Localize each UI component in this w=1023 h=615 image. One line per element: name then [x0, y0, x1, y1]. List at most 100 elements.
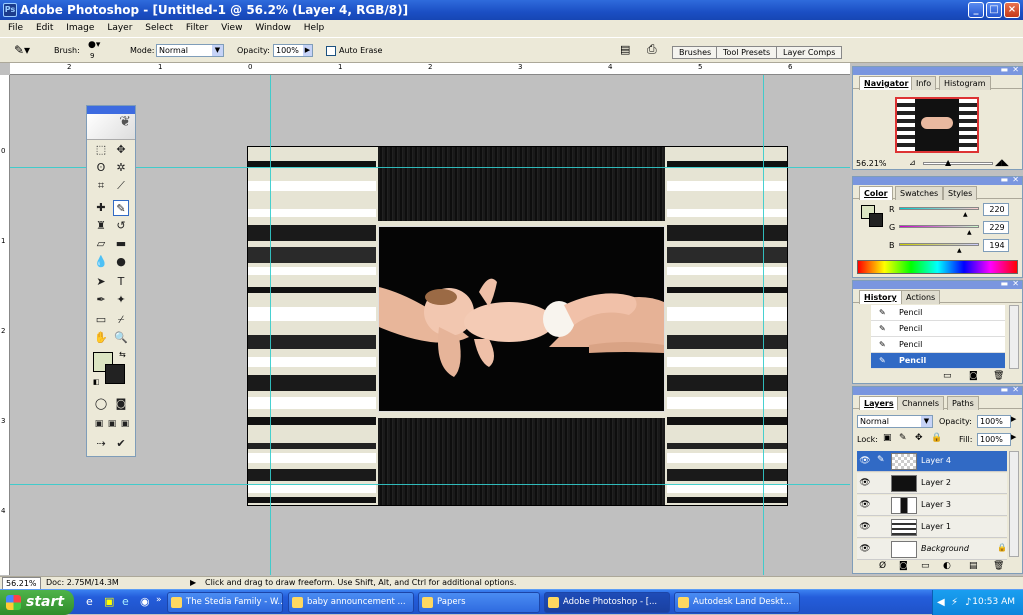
fill-arrow-icon[interactable]: ▶: [1011, 433, 1016, 441]
guide-line[interactable]: [763, 75, 764, 575]
layer-row[interactable]: 👁 ✎ Layer 4: [857, 451, 1007, 472]
swap-colors-icon[interactable]: ⇆: [119, 350, 126, 359]
task-item-active[interactable]: Adobe Photoshop - [...: [544, 592, 670, 613]
tab-color[interactable]: Color: [859, 186, 893, 200]
close-panel-icon[interactable]: ✕: [1012, 175, 1019, 184]
mode-select[interactable]: Normal ▼: [156, 44, 224, 57]
opacity-field[interactable]: 100% ▶: [273, 44, 313, 57]
edit-in-imageready-icon[interactable]: ✔: [113, 436, 129, 452]
new-set-icon[interactable]: ▭: [921, 561, 930, 571]
menu-help[interactable]: Help: [304, 23, 325, 33]
feather-logo-icon[interactable]: ❦: [87, 114, 135, 140]
color-background-swatch[interactable]: [869, 213, 883, 227]
lock-position-icon[interactable]: ✥: [915, 433, 923, 443]
panel-titlebar[interactable]: ▬ ✕: [853, 279, 1022, 289]
path-selection-tool-icon[interactable]: ➤: [93, 274, 109, 290]
history-item[interactable]: ✎ Pencil: [871, 305, 1005, 321]
media-player-icon[interactable]: ◉: [140, 595, 150, 608]
screen-mode-full-icon[interactable]: ▣: [117, 416, 133, 432]
navigator-zoom-slider[interactable]: [923, 162, 993, 165]
close-panel-icon[interactable]: ✕: [1012, 279, 1019, 288]
layer-opacity-field[interactable]: 100%: [977, 415, 1011, 428]
well-tab-tool-presets[interactable]: Tool Presets: [716, 46, 778, 59]
layer-row[interactable]: 👁 Layer 3: [857, 495, 1007, 516]
well-tab-brushes[interactable]: Brushes: [672, 46, 719, 59]
guide-line[interactable]: [10, 484, 850, 485]
guide-line[interactable]: [270, 75, 271, 575]
guide-line[interactable]: [10, 167, 850, 168]
fill-field[interactable]: 100%: [977, 433, 1011, 446]
volume-icon[interactable]: ♪: [965, 590, 971, 615]
history-scrollbar[interactable]: [1009, 305, 1019, 369]
b-slider[interactable]: [899, 243, 979, 246]
new-layer-icon[interactable]: ▤: [969, 561, 978, 571]
g-slider-handle-icon[interactable]: ▲: [967, 229, 972, 236]
layer-style-icon[interactable]: Ø: [879, 561, 886, 571]
brush-preset-picker[interactable]: ●▾: [88, 40, 100, 50]
tab-info[interactable]: Info: [911, 76, 937, 90]
gradient-tool-icon[interactable]: ▬: [113, 236, 129, 252]
menu-window[interactable]: Window: [255, 23, 291, 33]
menu-filter[interactable]: Filter: [186, 23, 208, 33]
g-value[interactable]: 229: [983, 221, 1009, 234]
eye-icon[interactable]: 👁: [859, 499, 871, 511]
tab-histogram[interactable]: Histogram: [939, 76, 991, 90]
close-button[interactable]: ×: [1004, 2, 1020, 18]
eye-icon[interactable]: 👁: [859, 543, 871, 555]
menu-image[interactable]: Image: [66, 23, 94, 33]
minimize-panel-icon[interactable]: ▬: [1000, 65, 1008, 74]
panel-titlebar[interactable]: ▬ ✕: [853, 385, 1022, 395]
hand-tool-icon[interactable]: ✋: [93, 330, 109, 346]
tab-layers[interactable]: Layers: [859, 396, 899, 410]
tab-styles[interactable]: Styles: [943, 186, 978, 200]
minimize-panel-icon[interactable]: ▬: [1000, 175, 1008, 184]
auto-erase-checkbox[interactable]: [326, 46, 336, 56]
menu-edit[interactable]: Edit: [36, 23, 53, 33]
quick-mask-mode-icon[interactable]: ◙: [113, 396, 129, 412]
quicklaunch-expand-icon[interactable]: »: [156, 595, 162, 605]
zoom-tool-icon[interactable]: 🔍: [113, 330, 129, 346]
b-slider-handle-icon[interactable]: ▲: [957, 247, 962, 254]
desktop-icon[interactable]: ▣: [104, 595, 114, 608]
task-item[interactable]: Papers: [418, 592, 540, 613]
navigator-zoom-value[interactable]: 56.21%: [856, 159, 887, 168]
lasso-tool-icon[interactable]: ʘ: [93, 160, 109, 176]
trash-icon[interactable]: 🗑: [993, 371, 1004, 381]
lock-all-icon[interactable]: 🔒: [931, 433, 942, 443]
task-item[interactable]: The Stedia Family - W...: [167, 592, 283, 613]
zoom-out-icon[interactable]: ⊿: [909, 158, 916, 167]
navigator-preview[interactable]: [895, 97, 979, 153]
tab-paths[interactable]: Paths: [947, 396, 979, 410]
history-brush-tool-icon[interactable]: ↺: [113, 218, 129, 234]
network-icon[interactable]: ⚡: [951, 590, 958, 615]
pen-tool-icon[interactable]: ✒: [93, 292, 109, 308]
layer-row[interactable]: 👁 Background 🔒: [857, 539, 1007, 560]
pencil-tool-icon[interactable]: ✎: [113, 200, 129, 216]
g-slider[interactable]: [899, 225, 979, 228]
r-slider-handle-icon[interactable]: ▲: [963, 211, 968, 218]
slider-handle-icon[interactable]: ▲: [945, 158, 951, 167]
b-value[interactable]: 194: [983, 239, 1009, 252]
minimize-panel-icon[interactable]: ▬: [1000, 279, 1008, 288]
history-item-current[interactable]: ✎ Pencil: [871, 353, 1005, 369]
layer-row[interactable]: 👁 Layer 2: [857, 473, 1007, 494]
eye-icon[interactable]: 👁: [859, 477, 871, 489]
tab-history[interactable]: History: [859, 290, 902, 304]
tab-actions[interactable]: Actions: [901, 290, 941, 304]
maximize-button[interactable]: □: [986, 2, 1002, 18]
zoom-in-icon[interactable]: ◢◣: [995, 158, 1009, 168]
tab-channels[interactable]: Channels: [897, 396, 945, 410]
panel-titlebar[interactable]: ▬ ✕: [853, 175, 1022, 185]
type-tool-icon[interactable]: T: [113, 274, 129, 290]
eyedropper-tool-icon[interactable]: ⌿: [113, 312, 129, 328]
layer-row[interactable]: 👁 Layer 1: [857, 517, 1007, 538]
opacity-arrow-icon[interactable]: ▶: [1011, 415, 1016, 423]
lock-transparency-icon[interactable]: ▣: [883, 433, 892, 443]
document-canvas[interactable]: [247, 146, 788, 506]
lock-pixels-icon[interactable]: ✎: [899, 433, 907, 443]
eye-icon[interactable]: 👁: [859, 455, 871, 467]
default-colors-icon[interactable]: ◧: [93, 378, 101, 386]
close-panel-icon[interactable]: ✕: [1012, 65, 1019, 74]
background-color-swatch[interactable]: [105, 364, 125, 384]
layer-mask-icon[interactable]: ◙: [899, 561, 908, 571]
